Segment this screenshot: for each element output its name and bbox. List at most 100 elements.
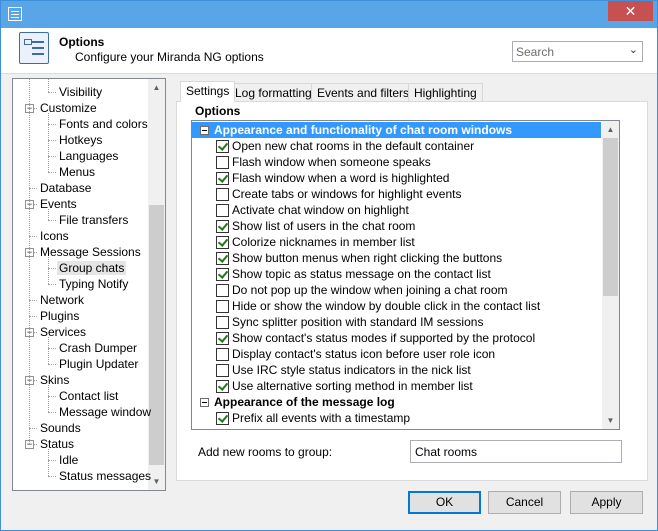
tree-item[interactable]: Typing Notify	[57, 276, 130, 292]
cancel-button[interactable]: Cancel	[488, 491, 561, 514]
scroll-up-icon[interactable]: ▲	[602, 121, 619, 138]
tree-item[interactable]: Group chats	[57, 260, 127, 276]
ok-button[interactable]: OK	[408, 491, 481, 514]
tree-item[interactable]: Icons	[38, 228, 71, 244]
tree-item-label: Status messages	[59, 469, 152, 483]
option-item[interactable]: Open new chat rooms in the default conta…	[192, 138, 601, 154]
option-item[interactable]: Show button menus when right clicking th…	[192, 250, 601, 266]
option-label: Show topic as status message on the cont…	[232, 267, 491, 281]
tree-item[interactable]: Contact list	[57, 388, 120, 404]
options-tree[interactable]: ▲ ▼ Visibility Customize − Fonts and colors…	[12, 78, 166, 491]
checkbox-checked[interactable]	[216, 268, 229, 281]
checkbox-checked[interactable]	[216, 140, 229, 153]
option-item[interactable]: Show list of users in the chat room	[192, 218, 601, 234]
chevron-down-icon[interactable]: ⌄	[629, 43, 638, 56]
tree-connector	[48, 268, 56, 269]
option-item[interactable]: Show topic as status message on the cont…	[192, 266, 601, 282]
rooms-group-input[interactable]	[410, 440, 622, 463]
scroll-up-icon[interactable]: ▲	[148, 79, 165, 96]
checkbox-unchecked[interactable]	[216, 316, 229, 329]
checkbox-checked[interactable]	[216, 412, 229, 425]
checkbox-unchecked[interactable]	[216, 364, 229, 377]
checkbox-unchecked[interactable]	[216, 156, 229, 169]
checkbox-unchecked[interactable]	[216, 204, 229, 217]
settings-icon	[8, 7, 22, 21]
tree-item-label: Message Sessions	[40, 245, 141, 259]
option-item[interactable]: Colorize nicknames in member list	[192, 234, 601, 250]
option-group[interactable]: Appearance of the message log	[192, 394, 601, 410]
option-item[interactable]: Use alternative sorting method in member…	[192, 378, 601, 394]
rooms-label: Add new rooms to group:	[198, 445, 333, 459]
checkbox-checked[interactable]	[216, 380, 229, 393]
tree-item-label: Sounds	[40, 421, 81, 435]
checkbox-checked[interactable]	[216, 332, 229, 345]
tree-item[interactable]: Idle	[57, 452, 80, 468]
scroll-down-icon[interactable]: ▼	[602, 412, 619, 429]
option-item[interactable]: Create tabs or windows for highlight eve…	[192, 186, 601, 202]
tree-item[interactable]: Message window	[57, 404, 153, 420]
option-item[interactable]: Use IRC style status indicators in the n…	[192, 362, 601, 378]
checkbox-checked[interactable]	[216, 252, 229, 265]
checkbox-unchecked[interactable]	[216, 348, 229, 361]
search-input[interactable]	[513, 42, 628, 61]
search-box[interactable]: ⌄	[512, 41, 643, 62]
tree-item[interactable]: Plugins	[38, 308, 81, 324]
collapse-toggle-icon[interactable]	[200, 126, 209, 135]
tree-item-label: Icons	[40, 229, 69, 243]
option-item[interactable]: Activate chat window on highlight	[192, 202, 601, 218]
checkbox-unchecked[interactable]	[216, 188, 229, 201]
tree-item[interactable]: Database	[38, 180, 93, 196]
tab-highlighting[interactable]: Highlighting	[408, 83, 483, 101]
close-button[interactable]: ✕	[608, 1, 653, 21]
tree-item-label: Fonts and colors	[59, 117, 148, 131]
checkbox-unchecked[interactable]	[216, 284, 229, 297]
tree-item[interactable]: Skins	[38, 372, 71, 388]
tree-item[interactable]: Fonts and colors	[57, 116, 150, 132]
tree-item-label: File transfers	[59, 213, 129, 227]
tree-item[interactable]: Plugin Updater	[57, 356, 140, 372]
tree-connector	[48, 172, 56, 173]
tree-item[interactable]: Hotkeys	[57, 132, 104, 148]
scroll-thumb[interactable]	[149, 205, 164, 465]
tree-item[interactable]: Events	[38, 196, 79, 212]
option-item[interactable]: Hide or show the window by double click …	[192, 298, 601, 314]
option-item[interactable]: Flash window when a word is highlighted	[192, 170, 601, 186]
tree-item[interactable]: Services	[38, 324, 88, 340]
scroll-thumb[interactable]	[603, 138, 618, 296]
checkbox-checked[interactable]	[216, 220, 229, 233]
tree-connector	[48, 284, 56, 285]
option-item[interactable]: Display contact's status icon before use…	[192, 346, 601, 362]
tree-item[interactable]: File transfers	[57, 212, 130, 228]
options-scrollbar[interactable]: ▲ ▼	[602, 121, 619, 429]
tab-log-formatting[interactable]: Log formatting	[229, 83, 318, 101]
tree-item[interactable]: Sounds	[38, 420, 83, 436]
tree-item[interactable]: Status	[38, 436, 76, 452]
checkbox-unchecked[interactable]	[216, 300, 229, 313]
tree-item[interactable]: Status messages	[57, 468, 153, 484]
tab-settings[interactable]: Settings	[180, 81, 236, 102]
option-label: Flash window when a word is highlighted	[232, 171, 450, 185]
title-bar[interactable]: ✕	[1, 1, 657, 28]
tree-item[interactable]: Languages	[57, 148, 120, 164]
tree-item[interactable]: Menus	[57, 164, 97, 180]
option-item[interactable]: Show contact's status modes if supported…	[192, 330, 601, 346]
checkbox-checked[interactable]	[216, 172, 229, 185]
option-item[interactable]: Prefix all events with a timestamp	[192, 410, 601, 426]
apply-button[interactable]: Apply	[570, 491, 643, 514]
tree-connector	[29, 236, 37, 237]
tree-scrollbar[interactable]: ▲ ▼	[148, 79, 165, 490]
tab-events-and-filters[interactable]: Events and filters	[311, 83, 416, 101]
tree-item[interactable]: Crash Dumper	[57, 340, 139, 356]
checkbox-checked[interactable]	[216, 236, 229, 249]
options-list[interactable]: ▲ ▼ Appearance and functionality of chat…	[191, 120, 620, 430]
tree-item[interactable]: Network	[38, 292, 86, 308]
option-group[interactable]: Appearance and functionality of chat roo…	[192, 122, 601, 138]
tree-item-label: Network	[40, 293, 85, 307]
option-item[interactable]: Flash window when someone speaks	[192, 154, 601, 170]
tree-item-label: Group chats	[57, 261, 127, 275]
tree-item[interactable]: Message Sessions	[38, 244, 143, 260]
collapse-toggle-icon[interactable]	[200, 398, 209, 407]
option-item[interactable]: Do not pop up the window when joining a …	[192, 282, 601, 298]
option-item[interactable]: Sync splitter position with standard IM …	[192, 314, 601, 330]
tree-item[interactable]: Visibility	[57, 84, 104, 100]
